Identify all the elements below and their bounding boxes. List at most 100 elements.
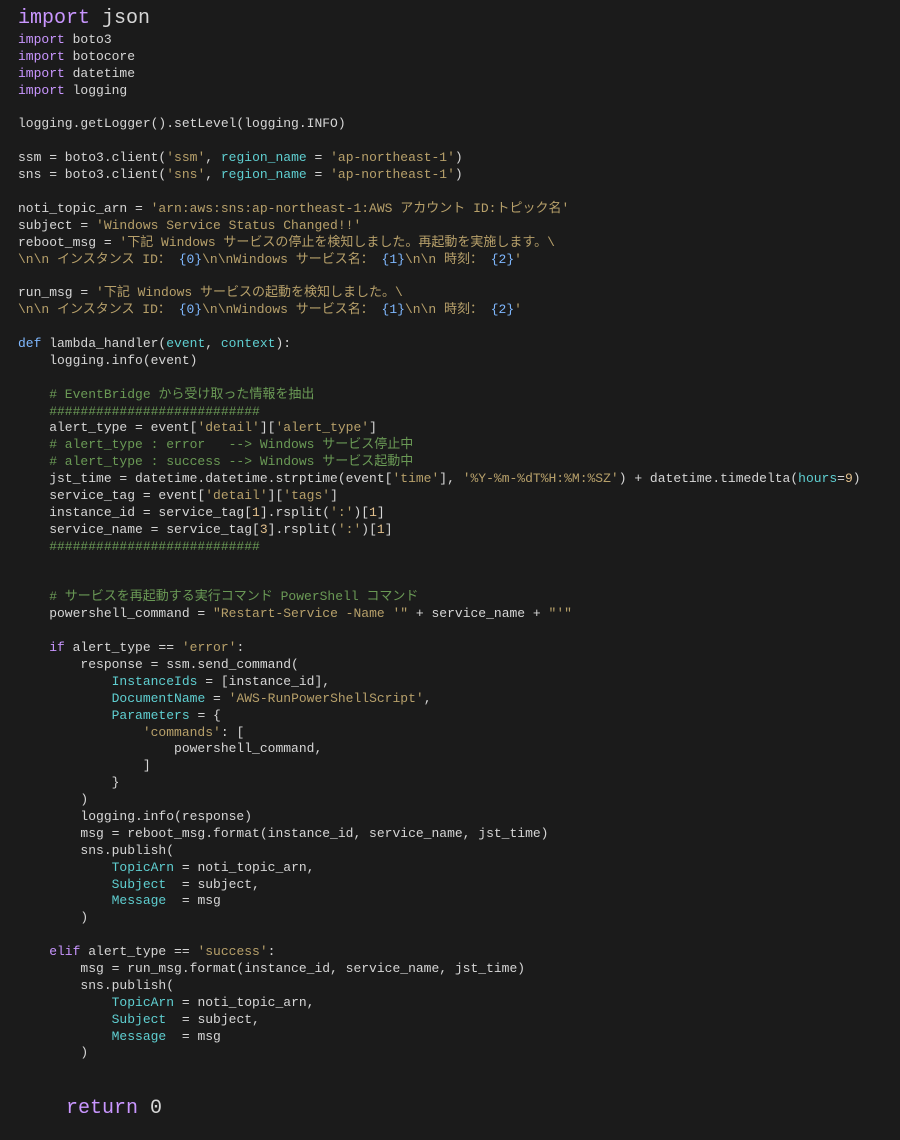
code-line: sns.publish( [18, 978, 174, 993]
fmt-placeholder: {1} [382, 252, 405, 267]
code-text: = [instance_id], [197, 674, 330, 689]
code-text: ], [439, 471, 462, 486]
param: region_name [221, 150, 307, 165]
indent [18, 691, 112, 706]
string: ' [514, 252, 522, 267]
code-line: msg = run_msg.format(instance_id, servic… [18, 961, 525, 976]
code-text: ] [330, 488, 338, 503]
indent [18, 1029, 112, 1044]
indent [18, 877, 112, 892]
param: context [221, 336, 276, 351]
indent [18, 995, 112, 1010]
param: Subject [112, 1012, 167, 1027]
param: DocumentName [112, 691, 206, 706]
string: \n\n 時刻： [405, 302, 491, 317]
code-line: msg = reboot_msg.format(instance_id, ser… [18, 826, 549, 841]
code-text: ) [853, 471, 861, 486]
indent [18, 860, 112, 875]
code-text: , [205, 167, 221, 182]
string: \n\n 時刻： [405, 252, 491, 267]
module-datetime: datetime [65, 66, 135, 81]
code-line: response = ssm.send_command( [18, 657, 299, 672]
string: 'Windows Service Status Changed!!' [96, 218, 361, 233]
keyword-elif: elif [18, 944, 80, 959]
code-text: = [307, 167, 330, 182]
string: 'success' [197, 944, 267, 959]
string: 'arn:aws:sns:ap-northeast-1:AWS アカウント ID… [151, 201, 570, 216]
code-text: : [ [221, 725, 244, 740]
keyword-def: def [18, 336, 41, 351]
string: 'ap-northeast-1' [330, 167, 455, 182]
code-line: sns.publish( [18, 843, 174, 858]
string: 'commands' [143, 725, 221, 740]
string: '%Y-%m-%dT%H:%M:%SZ' [463, 471, 619, 486]
code-text: = { [190, 708, 221, 723]
module-logging: logging [65, 83, 127, 98]
param: region_name [221, 167, 307, 182]
param: hours [798, 471, 837, 486]
param: TopicArn [112, 860, 174, 875]
indent [18, 674, 112, 689]
indent [18, 1012, 112, 1027]
keyword-if: if [18, 640, 65, 655]
code-text: = subject, [166, 877, 260, 892]
fmt-placeholder: {1} [382, 302, 405, 317]
code-text: , [424, 691, 432, 706]
code-text: ] [377, 505, 385, 520]
code-text: , [205, 336, 221, 351]
string: "Restart-Service -Name '" [213, 606, 408, 621]
code-text: ].rsplit( [260, 505, 330, 520]
code-line: ) [18, 792, 88, 807]
string: 'ap-northeast-1' [330, 150, 455, 165]
code-line: subject = [18, 218, 96, 233]
code-text: = msg [166, 1029, 221, 1044]
comment: # サービスを再起動する実行コマンド PowerShell コマンド [18, 589, 418, 604]
code-text: alert_type == [65, 640, 182, 655]
code-line: } [18, 775, 119, 790]
code-text: )[ [361, 522, 377, 537]
code-line: service_tag = event[ [18, 488, 205, 503]
code-text: + service_name + [408, 606, 548, 621]
string: ':' [330, 505, 353, 520]
code-line: alert_type = event[ [18, 420, 197, 435]
code-line: jst_time = datetime.datetime.strptime(ev… [18, 471, 392, 486]
code-text: ) + datetime.timedelta( [619, 471, 798, 486]
keyword-import: import [18, 7, 90, 30]
module-botocore: botocore [65, 49, 135, 64]
string: 'alert_type' [275, 420, 369, 435]
func-name: lambda_handler( [41, 336, 166, 351]
number: 9 [845, 471, 853, 486]
indent [18, 708, 112, 723]
number: 1 [252, 505, 260, 520]
fmt-placeholder: {0} [179, 302, 202, 317]
code-line: ssm = boto3.client( [18, 150, 166, 165]
comment: # alert_type : success --> Windows サービス起… [18, 454, 413, 469]
code-line: service_name = service_tag[ [18, 522, 260, 537]
code-text: ][ [260, 420, 276, 435]
code-line: reboot_msg = [18, 235, 119, 250]
code-line: logging.info(event) [18, 353, 197, 368]
code-text: = noti_topic_arn, [174, 860, 314, 875]
module-json: json [90, 7, 150, 30]
param: Message [112, 1029, 167, 1044]
code-line: ] [18, 758, 151, 773]
string: 'time' [392, 471, 439, 486]
code-line: powershell_command, [18, 741, 322, 756]
code-line: ) [18, 910, 88, 925]
code-text: ] [369, 420, 377, 435]
code-line: instance_id = service_tag[ [18, 505, 252, 520]
param: Subject [112, 877, 167, 892]
keyword-import: import [18, 32, 65, 47]
string: \n\nWindows サービス名： [202, 252, 381, 267]
number: 3 [260, 522, 268, 537]
code-text: alert_type == [80, 944, 197, 959]
number: 1 [377, 522, 385, 537]
keyword-import: import [18, 66, 65, 81]
comment: # EventBridge から受け取った情報を抽出 [18, 387, 314, 402]
keyword-import: import [18, 49, 65, 64]
string: 'sns' [166, 167, 205, 182]
code-text: ): [275, 336, 291, 351]
string: '下記 Windows サービスの起動を検知しました。\ [96, 285, 403, 300]
code-text: )[ [353, 505, 369, 520]
param: InstanceIds [112, 674, 198, 689]
